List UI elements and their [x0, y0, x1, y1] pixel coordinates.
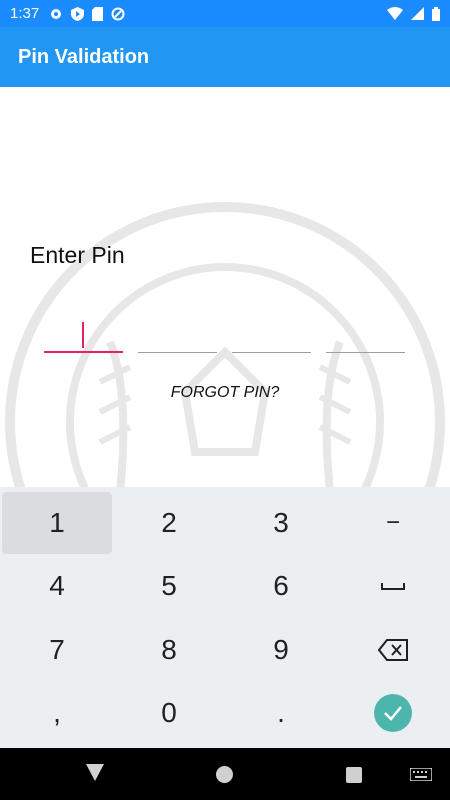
navigation-bar	[0, 748, 450, 800]
home-icon[interactable]	[216, 766, 233, 783]
data-saver-icon	[111, 7, 125, 20]
key-backspace[interactable]	[338, 619, 448, 681]
forgot-pin-link[interactable]: FORGOT PIN?	[0, 384, 450, 402]
settings-icon	[51, 8, 62, 19]
battery-icon	[432, 6, 440, 21]
pin-digit-3[interactable]	[232, 319, 311, 353]
key-5[interactable]: 5	[114, 556, 224, 618]
pin-digit-4[interactable]	[326, 319, 405, 353]
wifi-icon	[387, 7, 403, 20]
key-period[interactable]: .	[226, 683, 336, 745]
pin-digit-2[interactable]	[138, 319, 217, 353]
key-space[interactable]	[338, 556, 448, 618]
key-comma[interactable]: ,	[2, 683, 112, 745]
key-9[interactable]: 9	[226, 619, 336, 681]
key-6[interactable]: 6	[226, 556, 336, 618]
shield-icon	[71, 6, 85, 21]
back-icon[interactable]	[86, 764, 104, 782]
key-7[interactable]: 7	[2, 619, 112, 681]
key-3[interactable]: 3	[226, 492, 336, 554]
status-bar: 1:37	[0, 0, 450, 27]
key-1[interactable]: 1	[2, 492, 112, 554]
key-4[interactable]: 4	[2, 556, 112, 618]
key-minus[interactable]: −	[338, 492, 448, 554]
check-icon	[384, 706, 402, 722]
keyboard-switch-icon[interactable]	[410, 768, 432, 781]
pin-digit-1[interactable]	[44, 319, 123, 353]
enter-pin-label: Enter Pin	[30, 242, 125, 268]
backspace-icon	[378, 638, 408, 661]
enter-button[interactable]	[374, 694, 412, 733]
key-2[interactable]: 2	[114, 492, 224, 554]
app-title: Pin Validation	[18, 45, 150, 68]
key-enter[interactable]	[338, 683, 448, 745]
recent-apps-icon[interactable]	[346, 767, 362, 783]
key-8[interactable]: 8	[114, 619, 224, 681]
pin-content: Enter Pin FORGOT PIN?	[0, 87, 450, 487]
sd-card-icon	[92, 6, 104, 21]
text-cursor	[82, 322, 84, 348]
key-0[interactable]: 0	[114, 683, 224, 745]
app-bar: Pin Validation	[0, 27, 450, 87]
space-icon	[381, 583, 405, 591]
signal-icon	[411, 7, 424, 20]
pin-input-row	[44, 319, 405, 353]
numeric-keyboard: 1 2 3 − 4 5 6 7 8 9 , 0 .	[0, 487, 450, 748]
status-time: 1:37	[10, 5, 40, 22]
